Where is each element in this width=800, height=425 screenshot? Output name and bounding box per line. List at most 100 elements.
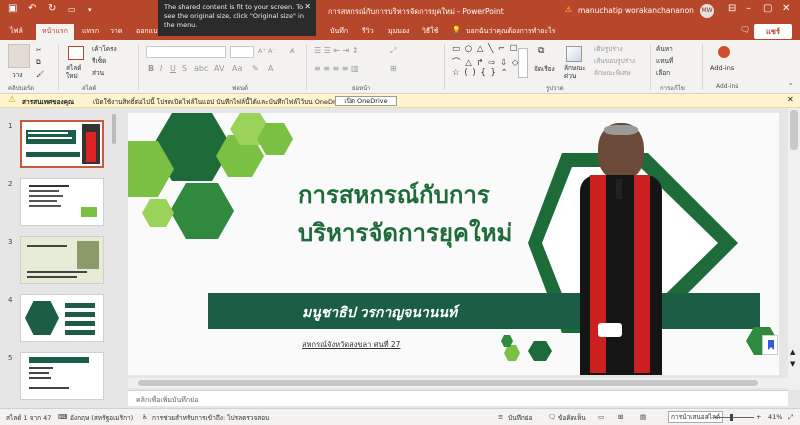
shadow-icon[interactable]: S [182,64,187,73]
slide-title-line-2[interactable]: บริหารจัดการยุคใหม่ [298,213,512,252]
scroll-down-icon[interactable]: ▼ [790,360,795,368]
add-ins-icon[interactable] [718,46,730,58]
shapes-gallery-row2[interactable]: ⌒ △ ↱ ⇨ ⇩ ◇ [452,56,519,68]
strikethrough-icon[interactable]: abc [194,64,208,73]
redo-icon[interactable]: ↻ [48,3,56,14]
share-button[interactable]: แชร์ [754,24,792,39]
language-status[interactable]: อังกฤษ (สหรัฐอเมริกา) [70,413,133,423]
undo-icon[interactable]: ↶ [28,3,36,14]
thumbnail-slide-5[interactable] [20,352,104,400]
section-button[interactable]: ส่วน [92,68,104,78]
smartart-icon[interactable]: ⊞ [390,64,397,73]
case-icon[interactable]: Aa [232,64,242,73]
thumbnail-scrollbar[interactable] [112,114,116,144]
format-painter-icon[interactable]: 🖌 [36,70,44,78]
notes-icon[interactable]: ≡ [498,413,503,421]
thumbnail-slide-4[interactable] [20,294,104,342]
scroll-up-icon[interactable]: ▲ [790,348,795,356]
reset-button[interactable]: รีเซ็ต [92,56,106,66]
tab-record[interactable]: บันทึก [330,26,348,37]
open-onedrive-button[interactable]: เปิด OneDrive [335,96,397,106]
slide-sorter-icon[interactable]: ⊞ [618,413,623,421]
notes-placeholder[interactable]: คลิกเพื่อเพิ่มบันทึกย่อ [136,395,198,406]
organization[interactable]: สหกรณ์จังหวัดสงขลา ศนที่ 27 [302,339,400,351]
shape-fill-button[interactable]: เติมรูปร่าง [594,44,623,54]
language-icon[interactable]: ⌨ [58,413,67,421]
zoom-level[interactable]: 41% [768,413,782,421]
comments-icon[interactable]: 🗨 [548,413,556,421]
comment-icon[interactable]: 🗨 [740,25,750,34]
find-button[interactable]: ค้นหา [656,44,673,54]
cut-icon[interactable]: ✂ [36,46,41,54]
shapes-gallery[interactable]: ▭ ○ △ ╲ ⌐ ☐ [452,44,518,54]
shapes-gallery-row3[interactable]: ☆ ( ) { } ⌃ [452,68,509,78]
avatar[interactable]: MW [700,4,714,18]
underline-icon[interactable]: U [170,64,176,73]
zoom-out-icon[interactable]: – [706,413,709,421]
arrange-icon[interactable]: ⧉ [538,46,544,56]
new-slide-icon[interactable] [68,46,84,60]
normal-view-icon[interactable]: ▭ [598,413,604,421]
paste-icon[interactable] [8,44,30,68]
replace-button[interactable]: แทนที่ [656,56,673,66]
customize-qa-icon[interactable]: ▾ [88,6,92,14]
reading-view-icon[interactable]: ▤ [640,413,646,421]
zoom-slider-thumb[interactable] [730,414,733,421]
save-icon[interactable]: ▣ [8,3,17,14]
grow-font-icon[interactable]: A⁺ A⁻ [258,47,276,55]
align-icon[interactable]: ≡ ≡ ≡ ≡ ▥ [314,64,359,73]
bold-icon[interactable]: B [148,64,154,73]
highlight-icon[interactable]: ✎ [252,64,259,73]
text-direction-icon[interactable]: ⤢ [390,46,396,56]
present-icon[interactable]: ▭ [68,5,76,14]
bullets-icon[interactable]: ☰ ☰ ⇤ ⇥ ↕ [314,46,359,55]
zoom-in-icon[interactable]: + [756,413,761,421]
thumbnail-slide-2[interactable] [20,178,104,226]
tab-insert[interactable]: แทรก [82,26,99,37]
close-button[interactable]: ✕ [782,3,790,14]
font-size-field[interactable] [230,46,254,58]
comments-button[interactable]: ข้อคิดเห็น [558,413,586,423]
thumbnail-slide-1[interactable] [20,120,104,168]
add-ins-button[interactable]: Add-ins [710,64,734,72]
tell-me-search[interactable]: บอกฉันว่าคุณต้องการทำอะไร [466,26,555,37]
notes-pane[interactable]: คลิกเพื่อเพิ่มบันทึกย่อ [128,390,788,406]
tab-home[interactable]: หน้าแรก [36,24,74,40]
slide-title-line-1[interactable]: การสหกรณ์กับการ [298,175,490,214]
bookmark-icon[interactable] [762,335,778,355]
maximize-button[interactable]: ▢ [763,3,772,14]
minimize-button[interactable]: – [746,3,751,14]
clear-format-icon[interactable]: A̸ [290,47,294,55]
italic-icon[interactable]: I [160,64,162,73]
font-color-icon[interactable]: A [268,64,273,73]
shape-effects-button[interactable]: ลักษณะพิเศษ [594,68,631,78]
layout-button[interactable]: เค้าโครง [92,44,117,54]
shapes-scroll[interactable] [518,48,528,78]
accessibility-icon[interactable]: ♿ [142,413,148,421]
close-icon[interactable]: ✕ [304,2,311,11]
ribbon-display-icon[interactable]: ⊟ [728,3,736,14]
notes-button[interactable]: บันทึกย่อ [508,413,533,423]
presenter-name[interactable]: มนูชาธิป วรกาญจนานนท์ [302,302,457,324]
tab-file[interactable]: ไฟล์ [10,26,23,37]
thumbnail-slide-3[interactable] [20,236,104,284]
copy-icon[interactable]: ⧉ [36,58,41,67]
tab-view[interactable]: มุมมอง [388,26,409,37]
zoom-slider[interactable] [714,417,754,418]
vertical-scrollbar[interactable]: ▲ ▼ [788,108,800,390]
paste-label[interactable]: วาง [12,70,22,80]
arrange-label[interactable]: จัดเรียง [534,64,555,74]
tab-review[interactable]: รีวิว [362,26,374,37]
fit-slide-icon[interactable]: ⤢ [788,413,793,422]
slide-canvas[interactable]: การสหกรณ์กับการ บริหารจัดการยุคใหม่ มนูช… [128,113,779,375]
select-button[interactable]: เลือก [656,68,670,78]
tab-draw[interactable]: วาด [110,26,122,37]
spacing-icon[interactable]: AV [214,64,224,73]
collapse-ribbon-icon[interactable]: ⌃ [788,82,793,90]
new-slide-label[interactable]: สไลด์ ใหม่ [66,64,81,80]
font-name-field[interactable] [146,46,226,58]
quick-styles-icon[interactable] [566,46,582,62]
horizontal-scrollbar[interactable] [128,378,788,388]
tab-help[interactable]: วิธีใช้ [422,26,438,37]
user-name[interactable]: manuchatip worakanchananon [578,6,694,15]
